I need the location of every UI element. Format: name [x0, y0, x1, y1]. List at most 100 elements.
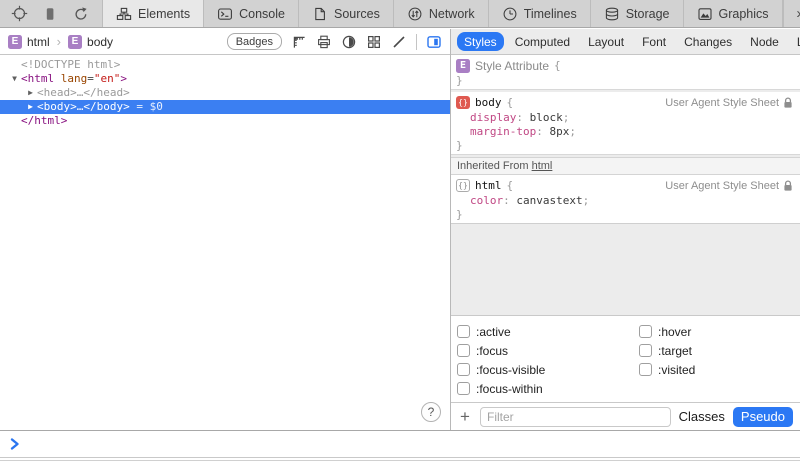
- tab-network[interactable]: Network: [394, 0, 489, 27]
- appearance-toggle-button[interactable]: [341, 34, 357, 50]
- dom-node-html-close[interactable]: </html>: [0, 114, 450, 128]
- rule-header: {} body { User Agent Style Sheet: [451, 92, 800, 111]
- tab-layers[interactable]: Layers: [790, 32, 800, 51]
- css-property: display: block;: [451, 111, 800, 125]
- web-inspector-window: Elements Console Sources Network Timelin…: [0, 0, 800, 461]
- css-property: margin-top: 8px;: [451, 125, 800, 139]
- crosshair-icon: [11, 5, 28, 22]
- tab-sources[interactable]: Sources: [299, 0, 394, 27]
- tab-node[interactable]: Node: [743, 32, 786, 51]
- tab-elements[interactable]: Elements: [103, 0, 204, 27]
- checkbox[interactable]: [639, 325, 652, 338]
- disclosure-triangle-open-icon[interactable]: ▼: [8, 72, 21, 86]
- toolbar-separator: [416, 34, 417, 50]
- checkbox[interactable]: [639, 363, 652, 376]
- dom-tree-panel: <!DOCTYPE html> ▼<html lang="en"> ▶<head…: [0, 55, 450, 430]
- tab-font[interactable]: Font: [635, 32, 673, 51]
- pseudo-class-section: :active :focus :focus-visible :focus-wit…: [451, 315, 800, 402]
- breadcrumb-item-body[interactable]: body: [87, 35, 113, 49]
- chevron-double-right-icon: »: [796, 5, 800, 22]
- document-icon: [312, 6, 328, 22]
- disclosure-triangle-closed-icon[interactable]: ▶: [24, 86, 37, 100]
- quick-console: [0, 430, 800, 460]
- inherited-from-header: Inherited From html: [451, 157, 800, 175]
- toolbar-right-buttons: » ⚙: [783, 0, 800, 27]
- reload-icon: [73, 6, 89, 22]
- tab-storage[interactable]: Storage: [591, 0, 684, 27]
- checkbox[interactable]: [457, 325, 470, 338]
- classes-button[interactable]: Classes: [679, 409, 725, 424]
- pseudo-checkbox-hover[interactable]: :hover: [639, 322, 695, 341]
- closing-brace: }: [451, 74, 800, 89]
- help-button[interactable]: ?: [421, 402, 441, 422]
- new-rule-button[interactable]: +: [458, 408, 472, 425]
- styles-empty-area: [451, 224, 800, 315]
- dom-node-body-selected[interactable]: ▶<body>…</body> = $0: [0, 100, 450, 114]
- image-icon: [697, 6, 713, 22]
- css-rule-body: {} body { User Agent Style Sheet display…: [451, 92, 800, 155]
- dom-node-head[interactable]: ▶<head>…</head>: [0, 86, 450, 100]
- pseudo-checkbox-target[interactable]: :target: [639, 341, 695, 360]
- styles-footer-bar: + Classes Pseudo: [451, 402, 800, 430]
- device-settings-button[interactable]: [41, 5, 59, 23]
- breadcrumb-separator-icon: ›: [57, 34, 61, 49]
- toggle-sidebar-button[interactable]: [426, 34, 442, 50]
- css-rule-icon: {}: [456, 96, 470, 109]
- badges-button[interactable]: Badges: [227, 33, 282, 50]
- tab-label: Graphics: [719, 7, 769, 21]
- pseudo-column-right: :hover :target :visited: [639, 322, 695, 398]
- pseudo-button[interactable]: Pseudo: [733, 407, 793, 427]
- pseudo-checkbox-active[interactable]: :active: [457, 322, 639, 341]
- console-saved-reference: = $0: [130, 100, 163, 113]
- rulers-button[interactable]: [291, 34, 307, 50]
- pseudo-checkbox-focus[interactable]: :focus: [457, 341, 639, 360]
- dom-node-html-open[interactable]: ▼<html lang="en">: [0, 72, 450, 86]
- main-toolbar: Elements Console Sources Network Timelin…: [0, 0, 800, 28]
- database-icon: [604, 6, 620, 22]
- rule-selector: body: [475, 96, 502, 109]
- closing-brace: }: [451, 208, 800, 223]
- closing-brace: }: [451, 139, 800, 154]
- inspect-element-button[interactable]: [10, 5, 28, 23]
- styles-filter-input[interactable]: [480, 407, 671, 427]
- pseudo-column-left: :active :focus :focus-visible :focus-wit…: [457, 322, 639, 398]
- tab-label: Network: [429, 7, 475, 21]
- tab-label: Console: [239, 7, 285, 21]
- checkbox[interactable]: [457, 382, 470, 395]
- print-styles-button[interactable]: [316, 34, 332, 50]
- edit-styles-button[interactable]: [391, 34, 407, 50]
- rule-selector: html: [475, 179, 502, 192]
- element-badge: E: [8, 35, 22, 49]
- style-attribute-section: E Style Attribute { }: [451, 55, 800, 90]
- checkbox[interactable]: [639, 344, 652, 357]
- grid-overlay-button[interactable]: [366, 34, 382, 50]
- style-attribute-title: Style Attribute: [475, 59, 549, 73]
- pseudo-checkbox-focus-visible[interactable]: :focus-visible: [457, 360, 639, 379]
- console-prompt[interactable]: [0, 431, 800, 458]
- disclosure-triangle-closed-icon[interactable]: ▶: [24, 100, 37, 114]
- tab-timelines[interactable]: Timelines: [489, 0, 591, 27]
- rule-origin: User Agent Style Sheet: [665, 179, 794, 192]
- inherited-node-link[interactable]: html: [532, 160, 553, 172]
- tab-label: Timelines: [524, 7, 577, 21]
- overflow-tabs-button[interactable]: »: [783, 0, 800, 27]
- breadcrumb-item-html[interactable]: html: [27, 35, 50, 49]
- css-property: color: canvastext;: [451, 194, 800, 208]
- dom-node-doctype[interactable]: <!DOCTYPE html>: [0, 58, 450, 72]
- clock-icon: [502, 6, 518, 22]
- checkbox[interactable]: [457, 363, 470, 376]
- rule-origin: User Agent Style Sheet: [665, 96, 794, 109]
- tab-graphics[interactable]: Graphics: [684, 0, 783, 27]
- tab-styles[interactable]: Styles: [457, 32, 504, 51]
- lock-icon: [782, 179, 794, 192]
- sidebar-tab-bar: Styles Computed Layout Font Changes Node…: [451, 29, 800, 55]
- pseudo-checkbox-visited[interactable]: :visited: [639, 360, 695, 379]
- reload-page-button[interactable]: [72, 5, 90, 23]
- tab-layout[interactable]: Layout: [581, 32, 631, 51]
- tab-console[interactable]: Console: [204, 0, 299, 27]
- tab-computed[interactable]: Computed: [508, 32, 577, 51]
- tab-changes[interactable]: Changes: [677, 32, 739, 51]
- checkbox[interactable]: [457, 344, 470, 357]
- dom-tree: <!DOCTYPE html> ▼<html lang="en"> ▶<head…: [0, 55, 450, 128]
- pseudo-checkbox-focus-within[interactable]: :focus-within: [457, 379, 639, 398]
